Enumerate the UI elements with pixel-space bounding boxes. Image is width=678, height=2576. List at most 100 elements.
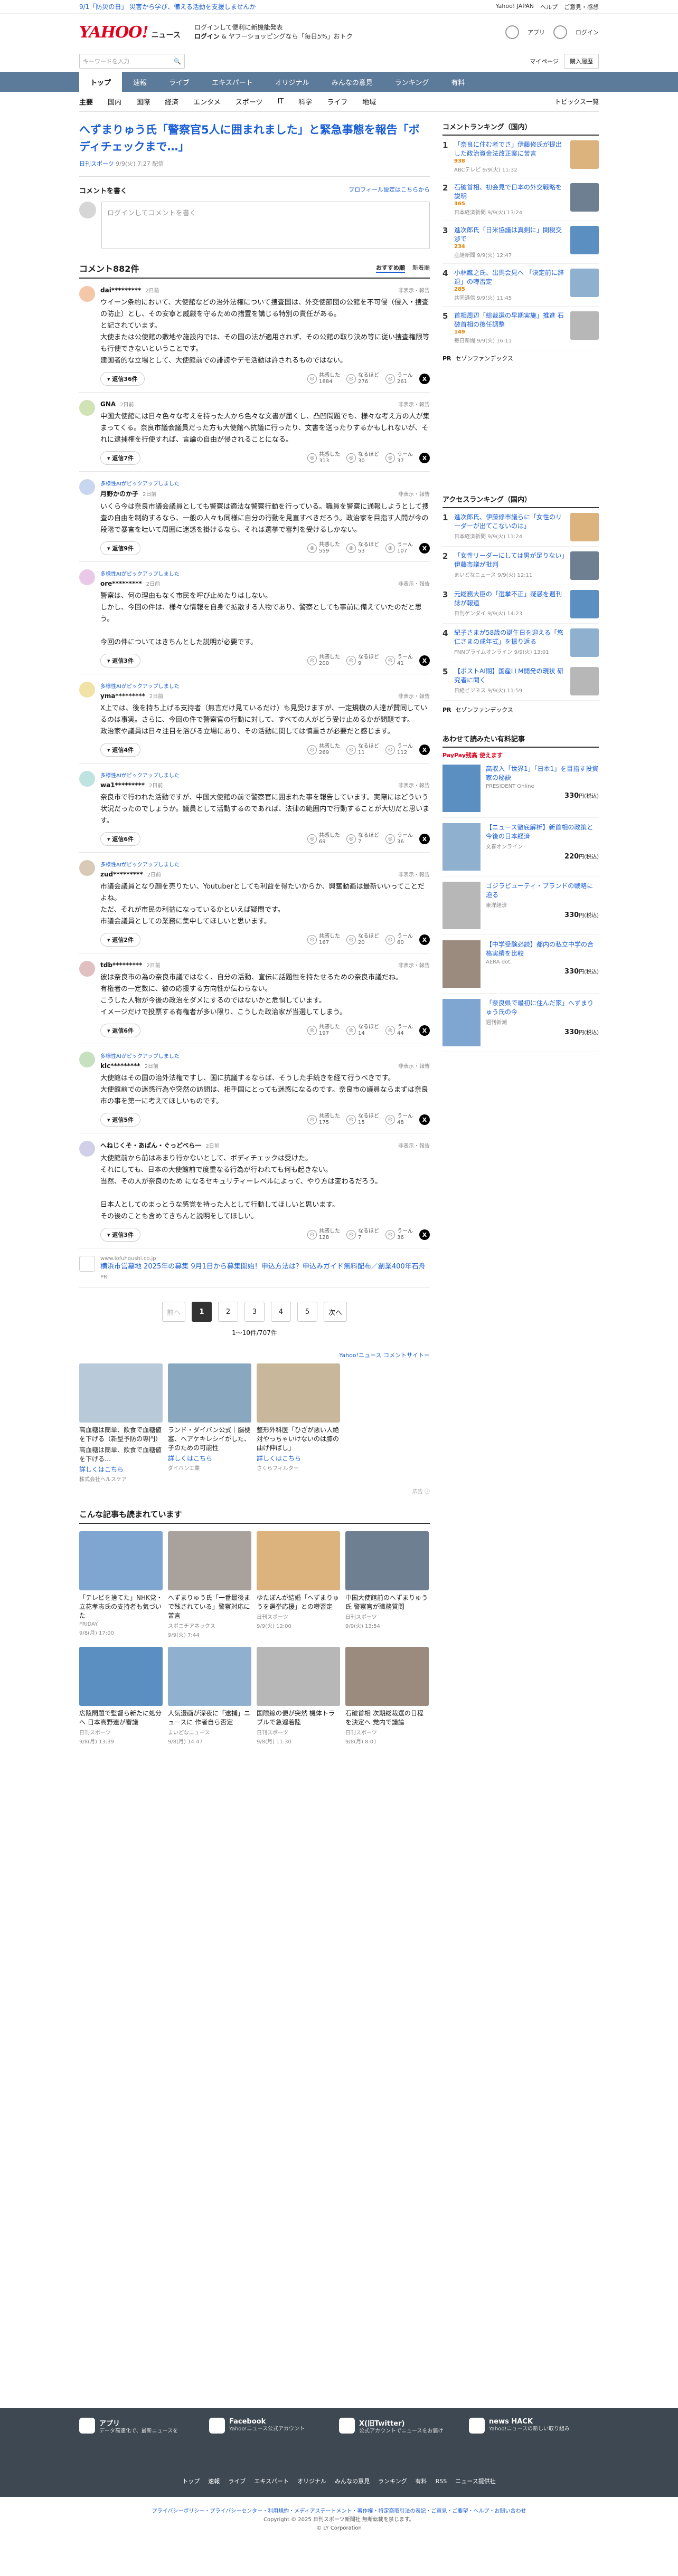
subnav-item[interactable]: 地域	[362, 97, 376, 107]
sort-recommended[interactable]: おすすめ順	[376, 263, 405, 273]
share-x-icon[interactable]: X	[419, 934, 430, 945]
vote-empathy-button[interactable]: ◎ 共感した 128	[307, 1228, 340, 1241]
replies-button[interactable]: ▾ 返信3件	[100, 1228, 141, 1242]
vote-hmm-button[interactable]: ◎ うーん 41	[385, 654, 413, 667]
subnav-item[interactable]: 国内	[108, 97, 121, 107]
pr-line[interactable]: PR セゾンファンデックス	[442, 349, 599, 367]
footer-link[interactable]: エキスパート	[254, 2478, 289, 2485]
footer-link[interactable]: みんなの意見	[335, 2478, 370, 2485]
footer-item[interactable]: X(旧Twitter) 公式アカウントでニュースをお届け	[339, 2418, 455, 2435]
read-also-title[interactable]: 「テレビを捨てた」NHK党・立花孝志氏の支持者も気づいた	[79, 1594, 163, 1620]
subnav-item[interactable]: 経済	[165, 97, 178, 107]
yahoo-japan-link[interactable]: Yahoo! JAPAN	[495, 3, 534, 11]
avatar[interactable]	[79, 682, 95, 698]
search-input[interactable]: キーワードを入力 🔍	[79, 54, 185, 69]
read-also-title[interactable]: 石破首相 次期総裁選の日程を決定へ 党内で議論	[345, 1709, 429, 1727]
avatar[interactable]	[79, 771, 95, 787]
subnav-item[interactable]: スポーツ	[236, 97, 263, 107]
pr-line[interactable]: PR セゾンファンデックス	[442, 701, 599, 719]
ranking-title[interactable]: 【ポストAI期】国産LLM開発の現状 研究者に聞く	[454, 667, 566, 685]
replies-button[interactable]: ▾ 返信36件	[100, 372, 145, 386]
nav-opinion[interactable]: みんなの意見	[321, 72, 384, 92]
promo-card-title[interactable]: 整形外科医「ひざが悪い人絶対やっちゃいけないのは膝の曲げ伸ばし」	[257, 1426, 340, 1453]
ranking-title[interactable]: 紀子さまが58歳の誕生日を迎える「悠仁さまの成年式」を振り返る	[454, 628, 566, 646]
vote-hmm-button[interactable]: ◎ うーん 48	[385, 1113, 413, 1126]
vote-hmm-button[interactable]: ◎ うーん 112	[385, 743, 413, 756]
comment-username[interactable]: yma*********	[100, 692, 145, 700]
vote-hmm-button[interactable]: ◎ うーん 36	[385, 1228, 413, 1241]
comment-username[interactable]: kic*********	[100, 1062, 140, 1070]
paid-article-title[interactable]: 「奈良県で最初に住んだ家」へずまりゅう氏の今	[486, 999, 599, 1017]
replies-button[interactable]: ▾ 返信6件	[100, 832, 141, 846]
comment-username[interactable]: wa1*********	[100, 781, 145, 789]
report-link[interactable]: 非表示・報告	[398, 961, 430, 969]
page-3[interactable]: 3	[244, 1302, 265, 1322]
promo-card-more[interactable]: 詳しくはこちら	[168, 1454, 251, 1463]
report-link[interactable]: 非表示・報告	[398, 870, 430, 878]
comment-username[interactable]: dai*********	[100, 287, 141, 294]
share-x-icon[interactable]: X	[419, 374, 430, 384]
vote-hmm-button[interactable]: ◎ うーん 60	[385, 933, 413, 946]
nav-paid[interactable]: 有料	[440, 72, 476, 92]
vote-hmm-button[interactable]: ◎ うーん 44	[385, 1024, 413, 1037]
subnav-item[interactable]: IT	[277, 98, 284, 106]
page-2[interactable]: 2	[218, 1302, 238, 1322]
vote-insight-button[interactable]: ◎ なるほど 30	[346, 452, 379, 464]
vote-empathy-button[interactable]: ◎ 共感した 313	[307, 452, 340, 464]
ranking-title[interactable]: 「女性リーダーにしては男が足りない」伊藤市議が批判	[454, 551, 566, 569]
avatar[interactable]	[79, 961, 95, 977]
app-icon[interactable]	[505, 25, 519, 39]
footer-item[interactable]: アプリ データ高速化で、最新ニュースを	[79, 2418, 195, 2435]
vote-hmm-button[interactable]: ◎ うーん 107	[385, 542, 413, 555]
ranking-title[interactable]: 進次郎氏、伊藤修市議らに「女性のリーダーが出てこないのは」	[454, 513, 566, 531]
ranking-title[interactable]: 小林鷹之氏、出馬会見へ 「決定前に辞退」の噂否定	[454, 269, 566, 287]
share-x-icon[interactable]: X	[419, 834, 430, 844]
vote-empathy-button[interactable]: ◎ 共感した 200	[307, 654, 340, 667]
vote-insight-button[interactable]: ◎ なるほど 14	[346, 1024, 379, 1037]
footer-link[interactable]: トップ	[182, 2478, 200, 2485]
ranking-item[interactable]: 4 小林鷹之氏、出馬会見へ 「決定前に辞退」の噂否定 285 共同通信 9/9(火) …	[442, 264, 599, 307]
ranking-title[interactable]: 元総務大臣の「選挙不正」疑惑を週刊誌が報道	[454, 590, 566, 608]
avatar[interactable]	[79, 479, 95, 495]
comment-textarea[interactable]: ログインしてコメントを書く	[101, 202, 430, 249]
nav-breaking[interactable]: 速報	[122, 72, 158, 92]
share-x-icon[interactable]: X	[419, 1025, 430, 1036]
paid-article-title[interactable]: ゴジラビューティ・ブランドの戦略に迫る	[486, 882, 599, 900]
ranking-item[interactable]: 2 「女性リーダーにしては男が足りない」伊藤市議が批判 まいどなニュース 9/9(火…	[442, 547, 599, 585]
nav-ranking[interactable]: ランキング	[384, 72, 440, 92]
promo-card[interactable]: ランド・ダイバン公式｜脳梗塞、ヘアケキレシイがした、子のための可能性 詳しくはこち…	[168, 1363, 251, 1483]
vote-insight-button[interactable]: ◎ なるほど 11	[346, 743, 379, 756]
vote-insight-button[interactable]: ◎ なるほど 7	[346, 833, 379, 845]
replies-button[interactable]: ▾ 返信5件	[100, 1113, 141, 1127]
ranking-item[interactable]: 1 進次郎氏、伊藤修市議らに「女性のリーダーが出てこないのは」 日本経済新聞 9/9…	[442, 508, 599, 547]
comment-username[interactable]: 月野かのか子	[100, 489, 138, 498]
subnav-item[interactable]: 科学	[298, 97, 312, 107]
replies-button[interactable]: ▾ 返信3件	[100, 654, 141, 667]
footer-link[interactable]: 有料	[416, 2478, 427, 2485]
vote-hmm-button[interactable]: ◎ うーん 261	[385, 373, 413, 385]
help-link[interactable]: ヘルプ	[540, 3, 558, 11]
vote-insight-button[interactable]: ◎ なるほど 7	[346, 1228, 379, 1241]
share-x-icon[interactable]: X	[419, 453, 430, 463]
report-link[interactable]: 非表示・報告	[398, 1141, 430, 1149]
next-page-button[interactable]: 次へ	[324, 1302, 347, 1322]
vote-hmm-button[interactable]: ◎ うーん 36	[385, 833, 413, 845]
read-also-item[interactable]: へずまりゅう氏「一番最後まで残されている」警察対応に苦言 スポニチアネックス 9/9…	[168, 1531, 251, 1638]
vote-empathy-button[interactable]: ◎ 共感した 559	[307, 542, 340, 555]
login-link[interactable]: ログイン	[576, 28, 599, 36]
report-link[interactable]: 非表示・報告	[398, 692, 430, 700]
top-notice-link[interactable]: 9/1「防災の日」 災害から学び、備える活動を支援しませんか	[79, 2, 256, 11]
replies-button[interactable]: ▾ 返信7件	[100, 451, 141, 465]
share-x-icon[interactable]: X	[419, 543, 430, 554]
footer-item[interactable]: news HACK Yahoo!ニュースの新しい取り組み	[469, 2418, 585, 2435]
report-link[interactable]: 非表示・報告	[398, 781, 430, 789]
read-also-item[interactable]: ゆたぼんが結婚「へずまりゅうを選挙応援」との噂否定 日刊スポーツ 9/9(火) 12…	[257, 1531, 340, 1638]
paid-article-item[interactable]: ゴジラビューティ・ブランドの戦略に迫る 東洋経済 330円(税込)	[442, 876, 599, 935]
read-also-title[interactable]: 広陵問題で監督ら新たに処分へ 日本高野連が審議	[79, 1709, 163, 1727]
sponsored-ad[interactable]: www.lofuhoushi.co.jp 横浜市営墓地 2025年の募集 9月1…	[79, 1248, 430, 1288]
promo-card-more[interactable]: 詳しくはこちら	[257, 1454, 340, 1463]
read-also-item[interactable]: 石破首相 次期総裁選の日程を決定へ 党内で議論 日刊スポーツ 9/8(月) 8:01	[345, 1647, 429, 1745]
promo-card[interactable]: 整形外科医「ひざが悪い人絶対やっちゃいけないのは膝の曲げ伸ばし」 詳しくはこちらさ…	[257, 1363, 340, 1483]
avatar[interactable]	[79, 1141, 95, 1157]
profile-settings-link[interactable]: プロフィール設定はこちらから	[349, 185, 430, 195]
